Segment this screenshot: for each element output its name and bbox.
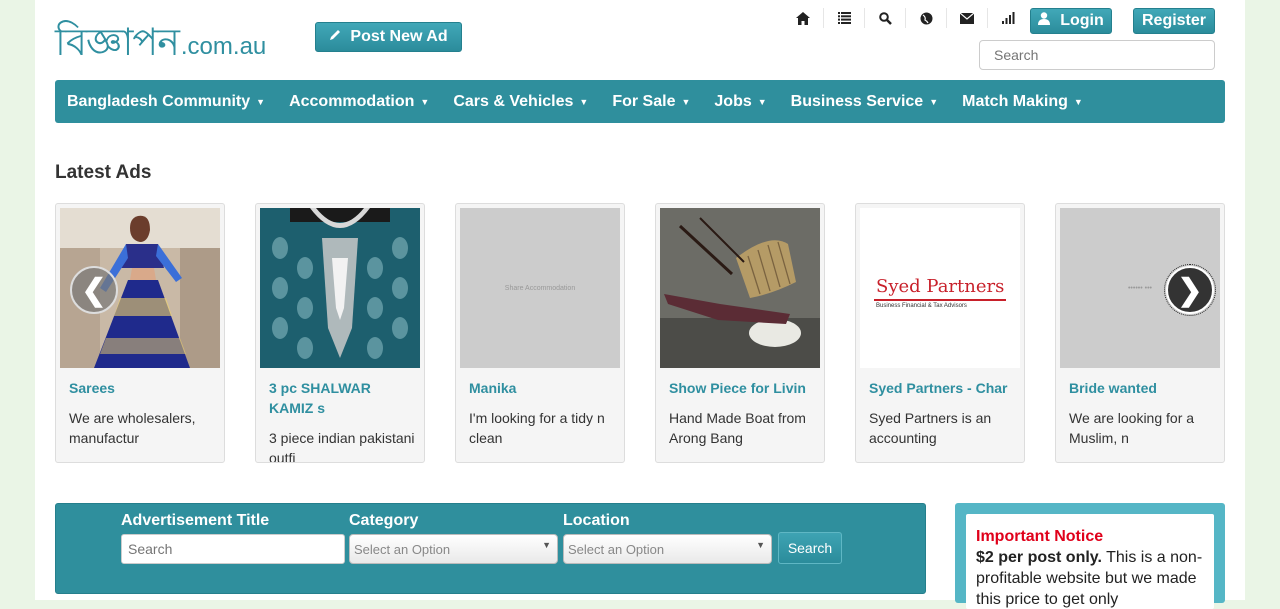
caret-down-icon: ▼ xyxy=(756,540,765,550)
login-button[interactable]: Login xyxy=(1030,8,1112,34)
page-container: বিজ্ঞাপন .com.au Post New Ad Login Regis… xyxy=(35,0,1245,609)
syed-partners-logo-text: Syed Partners xyxy=(876,276,1005,297)
ad-image-show-piece[interactable] xyxy=(660,208,820,368)
ad-description: We are looking for a Muslim, n xyxy=(1069,410,1195,446)
nav-label: Business Service xyxy=(790,92,924,110)
caret-down-icon: ▼ xyxy=(1073,96,1083,107)
search-icon[interactable] xyxy=(865,8,906,28)
caret-down-icon: ▼ xyxy=(256,96,266,107)
nav-label: Accommodation xyxy=(289,92,415,110)
caret-down-icon: ▼ xyxy=(579,96,589,107)
ad-description: 3 piece indian pakistani outfi xyxy=(269,430,415,463)
syed-partners-logo-subtext: Business Financial & Tax Advisors xyxy=(876,303,967,309)
nav-label: Match Making xyxy=(962,92,1068,110)
nav-item-jobs[interactable]: Jobs ▼ xyxy=(714,93,766,111)
location-label: Location xyxy=(563,512,630,529)
nav-label: Jobs xyxy=(714,92,752,110)
search-button-label: Search xyxy=(787,540,833,556)
logo-divider xyxy=(874,299,1006,301)
nav-label: Cars & Vehicles xyxy=(453,92,574,110)
nav-label: For Sale xyxy=(612,92,676,110)
ad-image-syed-partners-logo[interactable]: Syed Partners Business Financial & Tax A… xyxy=(860,208,1020,368)
location-select[interactable]: Select an Option ▼ xyxy=(563,534,772,564)
placeholder-image-text: Share Accommodation xyxy=(504,284,576,292)
ad-search-panel: Advertisement Title Category Select an O… xyxy=(55,503,926,594)
header-search-input[interactable] xyxy=(979,40,1215,70)
notice-price-text: $2 per post only. xyxy=(976,549,1102,566)
category-select[interactable]: Select an Option ▼ xyxy=(349,534,558,564)
ad-card[interactable]: 3 pc SHALWAR KAMIZ s 3 piece indian paki… xyxy=(255,203,425,463)
ad-title[interactable]: Manika xyxy=(469,378,617,398)
nav-item-cars-vehicles[interactable]: Cars & Vehicles ▼ xyxy=(453,93,588,111)
ad-title[interactable]: 3 pc SHALWAR KAMIZ s xyxy=(269,378,417,418)
logo-bengali-text: বিজ্ঞাপন xyxy=(55,20,180,64)
register-button[interactable]: Register xyxy=(1133,8,1215,34)
nav-item-for-sale[interactable]: For Sale ▼ xyxy=(612,93,690,111)
nav-label: Bangladesh Community xyxy=(67,92,251,110)
advertisement-title-input[interactable] xyxy=(121,534,345,564)
category-label: Category xyxy=(349,512,419,529)
ad-image-shalwar-kamiz[interactable] xyxy=(260,208,420,368)
ad-card[interactable]: Syed Partners Business Financial & Tax A… xyxy=(855,203,1025,463)
list-icon[interactable] xyxy=(824,8,865,28)
nav-item-business-service[interactable]: Business Service ▼ xyxy=(791,93,938,111)
ad-card[interactable]: Share Accommodation Manika I'm looking f… xyxy=(455,203,625,463)
nav-item-match-making[interactable]: Match Making ▼ xyxy=(962,93,1083,111)
location-select-value: Select an Option xyxy=(568,541,665,557)
caret-down-icon: ▼ xyxy=(757,96,767,107)
carousel-prev-button[interactable]: ❮ xyxy=(70,266,118,314)
ad-description: Syed Partners is an accounting xyxy=(869,410,992,446)
post-new-ad-label: Post New Ad xyxy=(350,28,448,45)
ad-image-placeholder[interactable]: Share Accommodation xyxy=(460,208,620,368)
advertisement-title-label: Advertisement Title xyxy=(121,512,270,529)
header-icon-bar xyxy=(783,8,1028,28)
mail-icon[interactable] xyxy=(947,8,988,28)
ad-description: Hand Made Boat from Arong Bang xyxy=(669,410,806,446)
placeholder-image-text: •••••• ••• xyxy=(1127,284,1152,292)
latest-ads-heading: Latest Ads xyxy=(55,162,152,183)
ad-title[interactable]: Show Piece for Livin xyxy=(669,378,817,398)
logo-domain-text: .com.au xyxy=(180,33,267,60)
signal-icon[interactable] xyxy=(988,8,1028,28)
latest-ads-carousel: Sarees We are wholesalers, manufactur 3 … xyxy=(55,203,1225,463)
home-icon[interactable] xyxy=(783,8,824,28)
pencil-icon xyxy=(329,28,342,46)
globe-icon[interactable] xyxy=(906,8,947,28)
important-notice-panel: Important Notice $2 per post only. This … xyxy=(955,503,1225,609)
category-select-value: Select an Option xyxy=(354,541,451,557)
ad-description: We are wholesalers, manufactur xyxy=(69,410,196,446)
nav-item-bangladesh-community[interactable]: Bangladesh Community ▼ xyxy=(67,93,265,111)
caret-down-icon: ▼ xyxy=(542,540,551,550)
notice-content: Important Notice $2 per post only. This … xyxy=(966,514,1214,609)
nav-item-accommodation[interactable]: Accommodation ▼ xyxy=(289,93,429,111)
ad-card[interactable]: Show Piece for Livin Hand Made Boat from… xyxy=(655,203,825,463)
chevron-left-icon: ❮ xyxy=(81,273,107,307)
login-label: Login xyxy=(1060,12,1104,29)
ad-card[interactable]: •••••• ••• Bride wanted We are looking f… xyxy=(1055,203,1225,463)
main-nav: Bangladesh Community ▼ Accommodation ▼ Car… xyxy=(55,80,1225,123)
post-new-ad-button[interactable]: Post New Ad xyxy=(315,22,462,52)
chevron-right-icon: ❯ xyxy=(1177,273,1203,307)
caret-down-icon: ▼ xyxy=(929,96,939,107)
ad-title[interactable]: Syed Partners - Char xyxy=(869,378,1017,398)
carousel-next-button[interactable]: ❯ xyxy=(1164,264,1216,316)
search-submit-button[interactable]: Search xyxy=(778,532,842,564)
notice-heading: Important Notice xyxy=(976,528,1104,545)
register-label: Register xyxy=(1141,12,1207,29)
caret-down-icon: ▼ xyxy=(420,96,430,107)
ad-description: I'm looking for a tidy n clean xyxy=(469,410,605,446)
ad-title[interactable]: Bride wanted xyxy=(1069,378,1217,398)
user-icon xyxy=(1038,12,1051,30)
ad-card[interactable]: Sarees We are wholesalers, manufactur xyxy=(55,203,225,463)
site-logo[interactable]: বিজ্ঞাপন .com.au xyxy=(55,18,266,62)
ad-title[interactable]: Sarees xyxy=(69,378,217,398)
caret-down-icon: ▼ xyxy=(681,96,691,107)
